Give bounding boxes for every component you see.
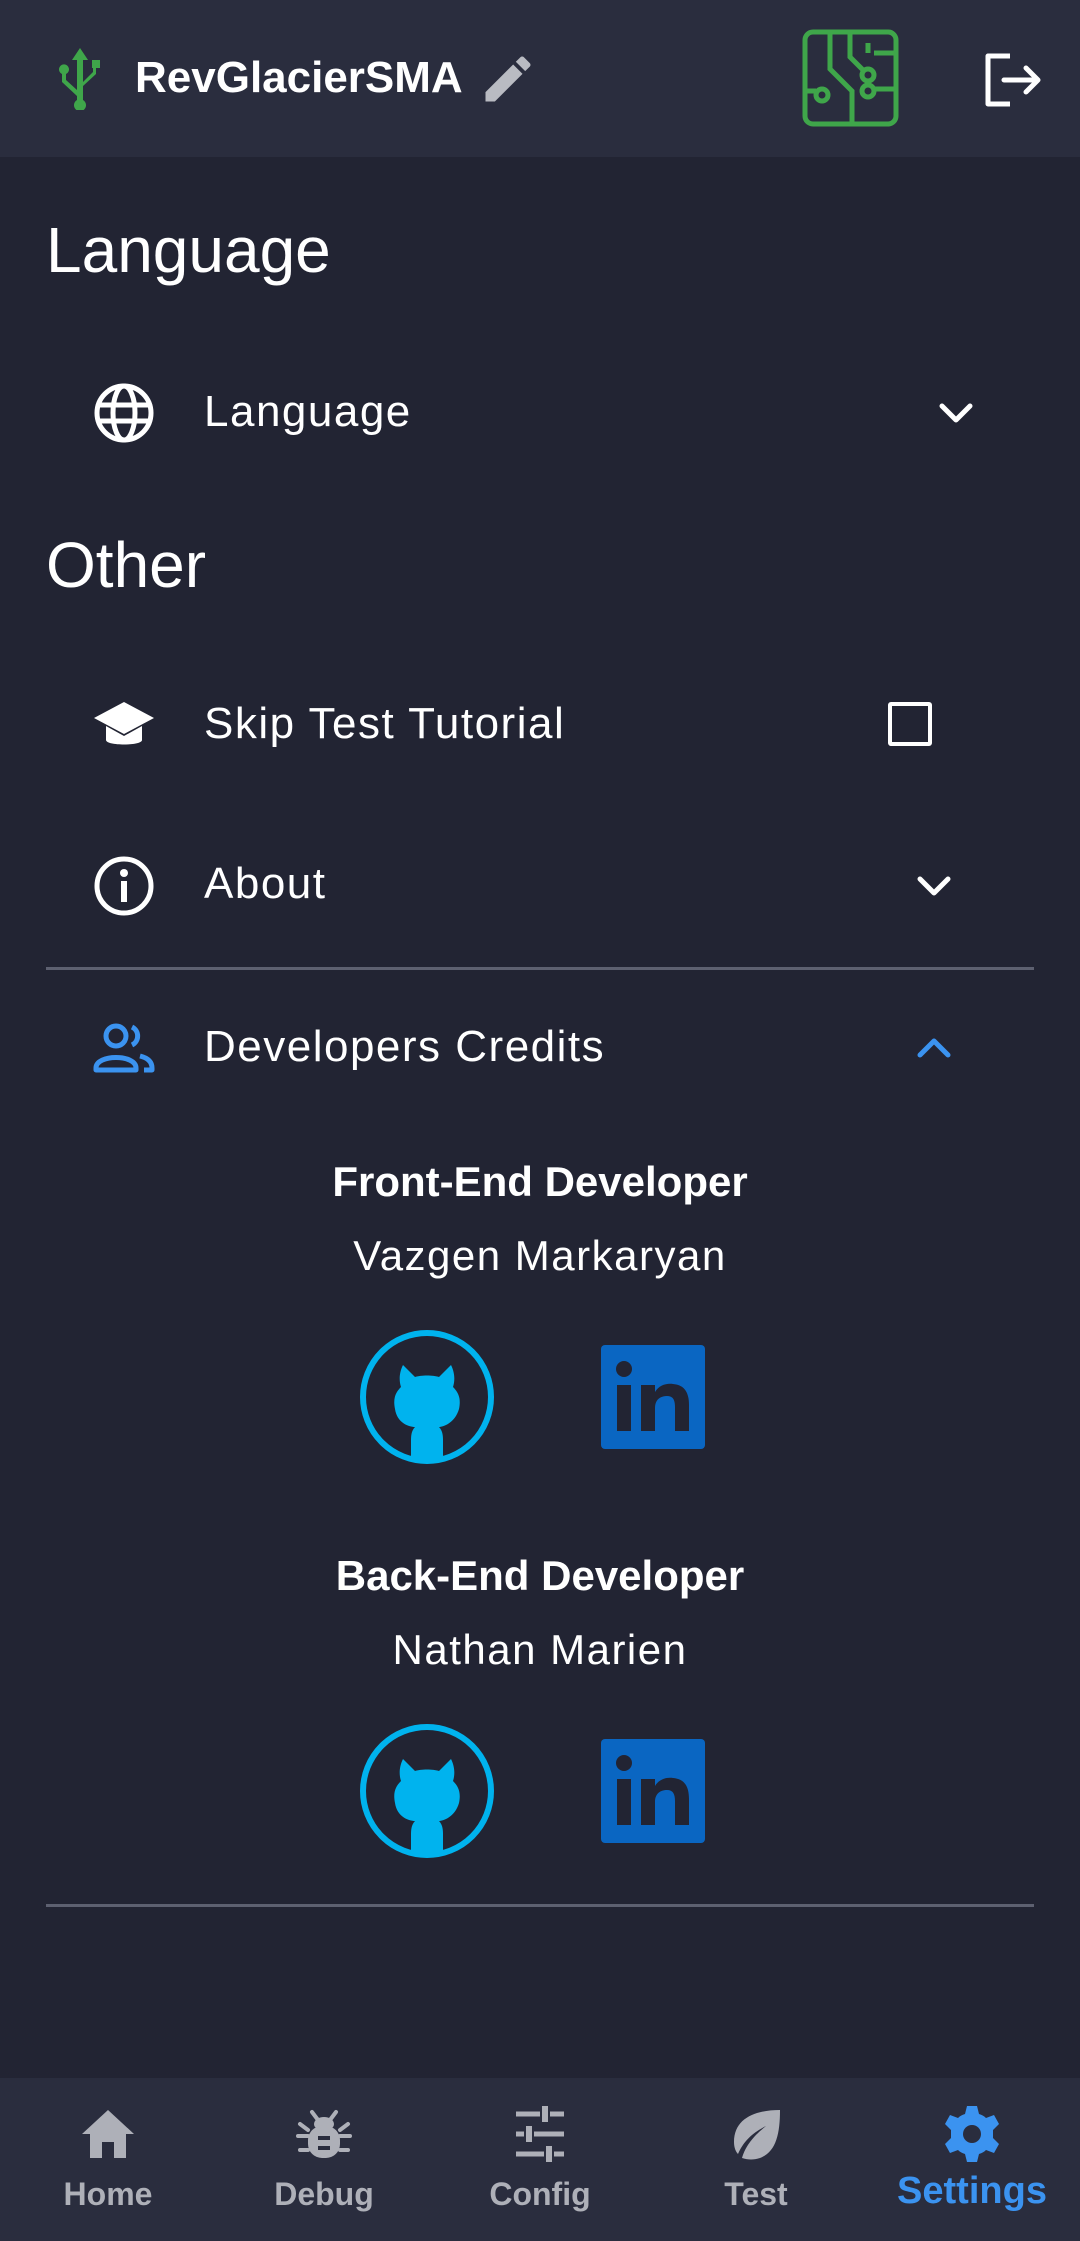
logout-icon[interactable]: [980, 50, 1044, 110]
skip-tutorial-label: Skip Test Tutorial: [204, 699, 566, 748]
credit-name: Nathan Marien: [392, 1626, 688, 1673]
language-section-title: Language: [46, 214, 331, 286]
language-row-label: Language: [204, 387, 412, 436]
skip-tutorial-checkbox[interactable]: [888, 702, 932, 746]
linkedin-icon[interactable]: [601, 1739, 705, 1843]
circuit-board-icon[interactable]: [802, 29, 899, 127]
edit-icon[interactable]: [478, 49, 538, 109]
credit-name: Vazgen Markaryan: [353, 1232, 727, 1279]
gear-icon: [945, 2106, 999, 2162]
top-bar: RevGlacierSMA: [0, 0, 1080, 157]
tab-label: Test: [724, 2176, 788, 2212]
credit-role: Front-End Developer: [332, 1158, 748, 1205]
graduation-cap-icon: [94, 702, 154, 745]
bug-icon: [296, 2110, 352, 2158]
divider: [46, 967, 1034, 970]
tab-label: Settings: [897, 2170, 1047, 2212]
chevron-down-icon[interactable]: [932, 389, 980, 437]
tab-label: Debug: [274, 2176, 374, 2212]
linkedin-icon[interactable]: [601, 1345, 705, 1449]
developers-credits-label: Developers Credits: [204, 1022, 606, 1071]
about-label: About: [204, 859, 327, 908]
github-icon[interactable]: [359, 1723, 495, 1859]
home-icon: [82, 2110, 134, 2158]
tab-debug[interactable]: Debug: [216, 2078, 432, 2241]
device-name: RevGlacierSMA: [135, 53, 463, 102]
github-icon[interactable]: [359, 1329, 495, 1465]
tab-settings[interactable]: Settings: [864, 2078, 1080, 2241]
sliders-icon: [516, 2106, 564, 2162]
bottom-tab-bar: Home Debug Config Test Settings: [0, 2078, 1080, 2241]
tab-label: Home: [63, 2176, 153, 2212]
leaf-icon: [734, 2110, 780, 2160]
tab-config[interactable]: Config: [432, 2078, 648, 2241]
tab-label: Config: [489, 2176, 591, 2212]
divider: [46, 1904, 1034, 1907]
chevron-down-icon[interactable]: [910, 862, 958, 910]
globe-icon: [94, 383, 154, 443]
other-section-title: Other: [46, 529, 207, 601]
credit-role: Back-End Developer: [335, 1552, 745, 1599]
chevron-up-icon[interactable]: [910, 1024, 958, 1072]
tab-home[interactable]: Home: [0, 2078, 216, 2241]
people-icon: [93, 1023, 155, 1073]
info-icon: [94, 856, 154, 916]
usb-icon: [59, 48, 100, 110]
tab-test[interactable]: Test: [648, 2078, 864, 2241]
